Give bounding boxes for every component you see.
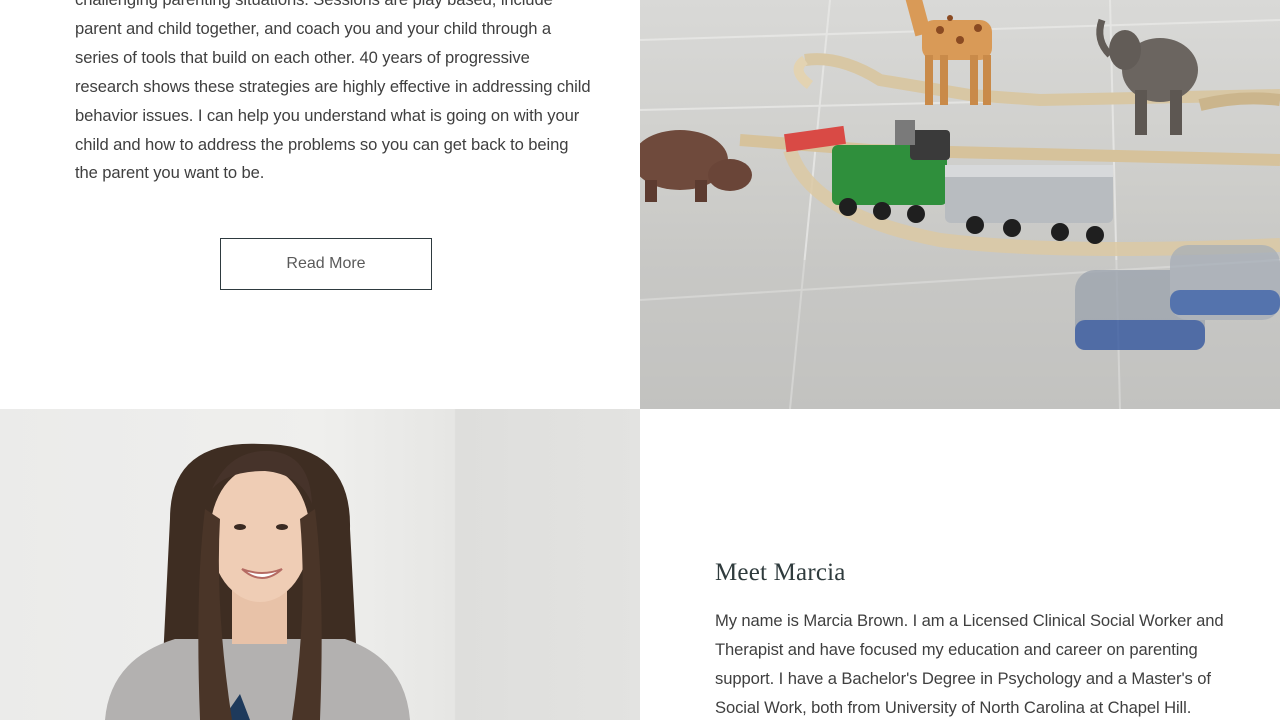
bio-line: support. I have a Bachelor's Degree in P… [715,668,1211,688]
services-line: research shows these strategies are high… [75,76,591,96]
services-line: series of tools that build on each other… [75,47,530,67]
toy-train-photo [640,0,1280,409]
services-line: parent and child together, and coach you… [75,18,551,38]
bio-line: Social Work, both from University of Nor… [715,697,1192,717]
services-text-column: challenging parenting situations. Sessio… [0,0,640,409]
services-line: child and how to address the problems so… [75,134,569,154]
services-line: behavior issues. I can help you understa… [75,105,580,125]
portrait-illustration [105,443,410,720]
services-line: the parent you want to be. [75,163,265,183]
services-line: challenging parenting situations. Sessio… [75,0,575,15]
toy-train-illustration [640,0,1280,409]
marcia-portrait-photo [0,409,640,720]
about-title: Meet Marcia [715,559,846,586]
about-bio: My name is Marcia Brown. I am a Licensed… [715,607,1235,720]
bio-line: My name is Marcia Brown. I am a Licensed… [715,611,1224,630]
bio-line: Therapist and have focused my education … [715,639,1198,659]
services-description: challenging parenting situations. Sessio… [75,0,591,188]
read-more-button[interactable]: Read More [220,238,432,290]
about-section: Meet Marcia My name is Marcia Brown. I a… [640,409,1280,720]
services-section: challenging parenting situations. Sessio… [0,0,1280,409]
